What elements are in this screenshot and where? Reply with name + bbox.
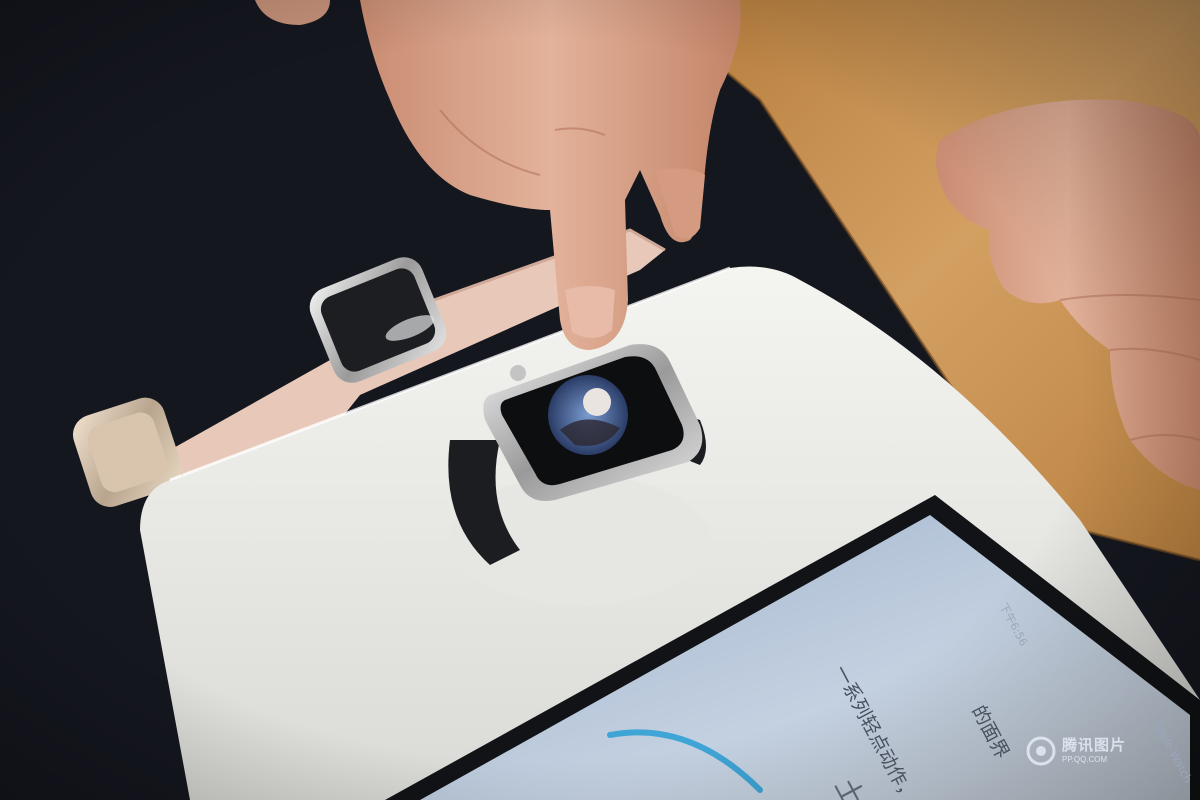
tencent-photo-watermark: 腾讯图片 PP.QQ.COM: [1026, 734, 1126, 768]
apple-watch-photo: [0, 0, 1200, 800]
watermark-title: 腾讯图片: [1062, 737, 1127, 754]
watermark-url: PP.QQ.COM: [1062, 755, 1108, 764]
photo-scene: 一系列轻点动作， 的面界 土 下午6:56 Apple Watch 腾讯图片 P…: [0, 0, 1200, 800]
tencent-logo-icon: [1026, 736, 1056, 766]
